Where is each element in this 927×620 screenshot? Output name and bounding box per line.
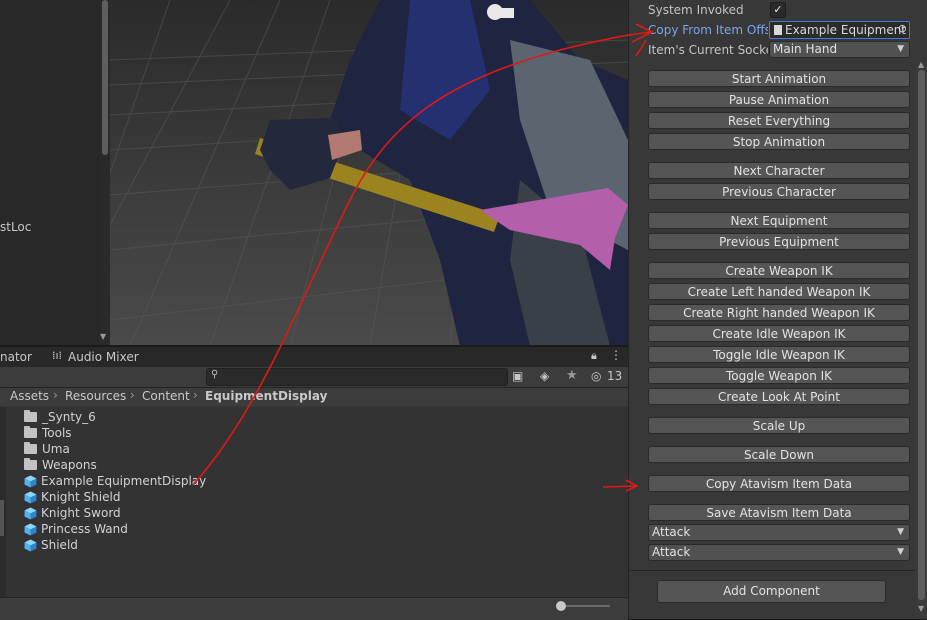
current-socket-label: Item's Current Socke [648, 43, 768, 57]
list-item[interactable]: Knight Shield [24, 489, 120, 505]
folder-icon [24, 426, 37, 438]
scroll-down-arrow-icon[interactable]: ▼ [918, 604, 924, 613]
scene-viewport [110, 0, 628, 346]
copy-atavism-item-data-button[interactable]: Copy Atavism Item Data [648, 475, 910, 492]
inspector-scroll-thumb[interactable] [918, 70, 925, 600]
filter-by-label-icon[interactable]: ◈ [540, 369, 549, 383]
system-invoked-checkbox[interactable]: ✓ [770, 2, 786, 18]
tab-audio-mixer[interactable]: Audio Mixer [68, 350, 139, 364]
hidden-packages-icon[interactable]: ◎ [591, 369, 601, 383]
create-left-handed-weapon-ik-button[interactable]: Create Left handed Weapon IK [648, 283, 910, 300]
scale-up-button[interactable]: Scale Up [648, 417, 910, 434]
icon-size-slider-handle[interactable] [556, 601, 566, 611]
save-atavism-item-data-button[interactable]: Save Atavism Item Data [648, 504, 910, 521]
search-input[interactable]: ⚲ [206, 368, 508, 386]
hidden-count: 13 [607, 369, 623, 383]
hierarchy-scroll-thumb[interactable] [102, 0, 108, 155]
component-divider [630, 570, 915, 571]
folder-icon [24, 458, 37, 470]
list-item[interactable]: Tools [24, 425, 72, 441]
add-component-button[interactable]: Add Component [657, 580, 886, 603]
tab-animator[interactable]: nator [0, 350, 32, 364]
list-item[interactable]: Shield [24, 537, 78, 553]
filter-by-type-icon[interactable]: ▣ [512, 369, 523, 383]
copy-from-object-field[interactable]: Example Equipment ⊙ [769, 21, 910, 39]
prefab-cube-icon [24, 539, 37, 551]
breadcrumb-resources[interactable]: Resources [65, 389, 126, 403]
script-file-icon [774, 25, 782, 35]
create-right-handed-weapon-ik-button[interactable]: Create Right handed Weapon IK [648, 304, 910, 321]
toggle-idle-weapon-ik-button[interactable]: Toggle Idle Weapon IK [648, 346, 910, 363]
list-item[interactable]: Knight Sword [24, 505, 121, 521]
hierarchy-panel: stLoc ▼ [0, 0, 110, 346]
next-equipment-button[interactable]: Next Equipment [648, 212, 910, 229]
prefab-cube-icon [24, 523, 37, 535]
scroll-down-arrow-icon[interactable]: ▼ [100, 332, 106, 341]
search-icon: ⚲ [211, 369, 219, 380]
copy-from-label: Copy From Item Offse [648, 23, 768, 37]
reset-everything-button[interactable]: Reset Everything [648, 112, 910, 129]
next-character-button[interactable]: Next Character [648, 162, 910, 179]
action-dropdown-1[interactable]: Attack ▼ [648, 524, 910, 541]
start-animation-button[interactable]: Start Animation [648, 70, 910, 87]
breadcrumb-content[interactable]: Content [142, 389, 190, 403]
breadcrumb-separator-icon: › [130, 388, 135, 402]
favorite-star-icon[interactable]: ★ [566, 368, 578, 383]
breadcrumb-assets[interactable]: Assets [10, 389, 49, 403]
previous-equipment-button[interactable]: Previous Equipment [648, 233, 910, 250]
pause-animation-button[interactable]: Pause Animation [648, 91, 910, 108]
current-socket-dropdown[interactable]: Main Hand ▼ [769, 41, 910, 58]
create-weapon-ik-button[interactable]: Create Weapon IK [648, 262, 910, 279]
breadcrumb-separator-icon: › [193, 388, 198, 402]
more-options-icon[interactable]: ⋮ [610, 348, 622, 362]
folder-icon [24, 442, 37, 454]
breadcrumb-separator-icon: › [53, 388, 58, 402]
lock-icon[interactable]: 🔒︎ [591, 349, 597, 363]
icon-size-slider-track[interactable] [560, 605, 610, 607]
folder-icon [24, 410, 37, 422]
previous-character-button[interactable]: Previous Character [648, 183, 910, 200]
object-picker-icon[interactable]: ⊙ [898, 22, 907, 35]
create-look-at-point-button[interactable]: Create Look At Point [648, 388, 910, 405]
dropdown-arrow-icon: ▼ [897, 44, 904, 54]
scale-down-button[interactable]: Scale Down [648, 446, 910, 463]
scene-view[interactable] [110, 0, 628, 346]
prefab-cube-icon [24, 491, 37, 503]
system-invoked-label: System Invoked [648, 3, 744, 17]
folder-tree-scroll-thumb[interactable] [0, 500, 4, 536]
project-bottom-bar [0, 597, 628, 620]
list-item[interactable]: Weapons [24, 457, 97, 473]
toggle-weapon-ik-button[interactable]: Toggle Weapon IK [648, 367, 910, 384]
list-item[interactable]: Uma [24, 441, 70, 457]
dropdown-arrow-icon: ▼ [897, 527, 904, 537]
create-idle-weapon-ik-button[interactable]: Create Idle Weapon IK [648, 325, 910, 342]
prefab-cube-icon [24, 475, 37, 487]
hierarchy-item-partial[interactable]: stLoc [0, 220, 31, 234]
scroll-up-arrow-icon[interactable]: ▲ [918, 60, 924, 69]
breadcrumb-equipmentdisplay[interactable]: EquipmentDisplay [205, 389, 327, 403]
list-item[interactable]: Example EquipmentDisplay [24, 473, 206, 489]
prefab-cube-icon [24, 507, 37, 519]
stop-animation-button[interactable]: Stop Animation [648, 133, 910, 150]
list-item[interactable]: Princess Wand [24, 521, 128, 537]
action-dropdown-2[interactable]: Attack ▼ [648, 544, 910, 561]
audio-mixer-icon: ⁞ı⁞ [52, 349, 63, 362]
dropdown-arrow-icon: ▼ [897, 547, 904, 557]
list-item[interactable]: _Synty_6 [24, 409, 96, 425]
